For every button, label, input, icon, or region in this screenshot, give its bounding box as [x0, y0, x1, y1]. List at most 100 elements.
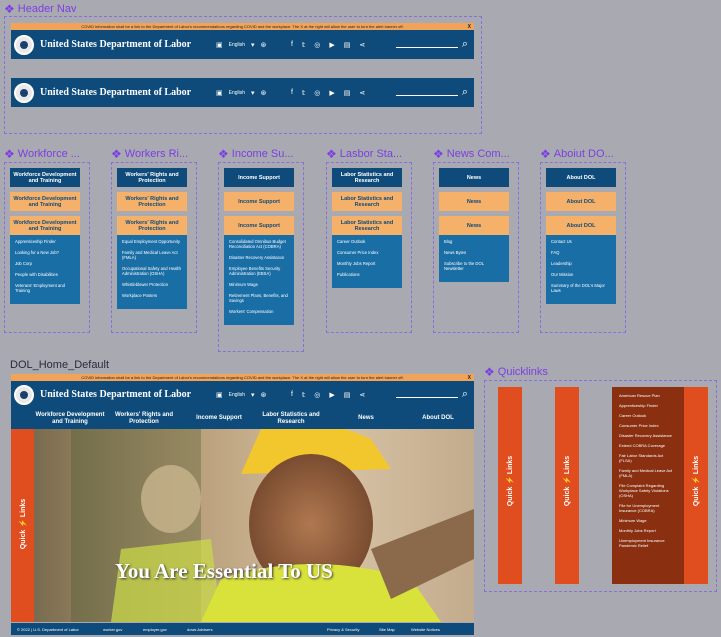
newsletter-icon[interactable]: ▤: [344, 391, 351, 399]
menu-header[interactable]: Labor Statistics and Research: [332, 168, 402, 187]
menu-item[interactable]: Minimum Wage: [229, 282, 289, 287]
dol-seal-logo[interactable]: [14, 82, 34, 103]
chevron-down-icon[interactable]: ▾: [251, 41, 255, 49]
menu-header[interactable]: Workforce Development and Training: [10, 168, 80, 187]
menu-header-hover[interactable]: Workforce Development and Training: [10, 216, 80, 235]
menu-item[interactable]: Subscribe to the DOL Newsletter: [444, 261, 504, 271]
menu-item[interactable]: Blog: [444, 239, 504, 244]
menu-item[interactable]: Disaster Recovery Assistance: [229, 255, 289, 260]
menu-header-hover[interactable]: Labor Statistics and Research: [332, 216, 402, 235]
quicklink-item[interactable]: Family and Medical Leave Act (FMLA): [619, 468, 677, 478]
menu-item[interactable]: Whistleblower Protection: [122, 282, 182, 287]
menu-item[interactable]: Employee Benefits Security Administratio…: [229, 266, 289, 276]
menu-item[interactable]: Job Corp: [15, 261, 75, 266]
quicklinks-tab-collapsed[interactable]: Quick ⚡ Links: [498, 387, 522, 584]
menu-header-hover[interactable]: Labor Statistics and Research: [332, 192, 402, 211]
menu-item[interactable]: Leadership: [551, 261, 611, 266]
footer-link[interactable]: Website Notices: [411, 627, 440, 632]
dol-seal-logo[interactable]: [14, 384, 34, 405]
footer-link[interactable]: Privacy & Security: [327, 627, 359, 632]
quick-links-tab[interactable]: Quick ⚡ Links: [11, 489, 34, 559]
menu-header-hover[interactable]: About DOL: [546, 192, 616, 211]
newsletter-icon[interactable]: ▤: [344, 89, 351, 97]
instagram-icon[interactable]: ◎: [314, 41, 320, 49]
quicklink-item[interactable]: Minimum Wage: [619, 518, 677, 523]
nav-item-workforce[interactable]: Workforce Development and Training: [31, 412, 109, 426]
facebook-icon[interactable]: f: [291, 89, 293, 97]
menu-header[interactable]: About DOL: [546, 168, 616, 187]
menu-item[interactable]: News Bytes: [444, 250, 504, 255]
nav-item-income-support[interactable]: Income Support: [189, 415, 249, 422]
quicklink-item[interactable]: File Complaint Regarding Workplace Safet…: [619, 483, 677, 498]
footer-link[interactable]: employer.gov: [143, 627, 167, 632]
menu-item[interactable]: Contact Us: [551, 239, 611, 244]
footer-link[interactable]: Site Map: [379, 627, 395, 632]
nav-item-workers-rights[interactable]: Workers' Rights and Protection: [111, 412, 177, 426]
quicklink-item[interactable]: Unemployment Insurance Pandemic Relief: [619, 538, 677, 548]
accessibility-icon[interactable]: ⊛: [261, 89, 267, 97]
menu-item[interactable]: Looking for a New Job?: [15, 250, 75, 255]
menu-header-hover[interactable]: Workforce Development and Training: [10, 192, 80, 211]
menu-header[interactable]: News: [439, 168, 509, 187]
search-icon[interactable]: ⌕: [462, 388, 468, 401]
newsletter-icon[interactable]: ▤: [344, 41, 351, 49]
share-icon[interactable]: ⋖: [359, 89, 365, 97]
site-title[interactable]: United States Department of Labor: [40, 87, 191, 98]
menu-item[interactable]: Family and Medical Leave Act (FMLA): [122, 250, 182, 260]
youtube-icon[interactable]: ▶: [329, 391, 334, 399]
menu-header-hover[interactable]: Income Support: [224, 192, 294, 211]
instagram-icon[interactable]: ◎: [314, 391, 320, 399]
menu-header-hover[interactable]: Workers' Rights and Protection: [117, 216, 187, 235]
menu-item[interactable]: Summary of the DOL's Major Laws: [551, 283, 611, 293]
site-title[interactable]: United States Department of Labor: [40, 389, 191, 400]
instagram-icon[interactable]: ◎: [314, 89, 320, 97]
menu-item[interactable]: Consolidated Omnibus Budget Reconciliati…: [229, 239, 289, 249]
menu-item[interactable]: Veterans' Employment and Training: [15, 283, 75, 293]
footer-link[interactable]: worker.gov: [103, 627, 122, 632]
menu-item[interactable]: Our Mission: [551, 272, 611, 277]
menu-item[interactable]: Workplace Posters: [122, 293, 182, 298]
search-icon[interactable]: ⌕: [462, 86, 468, 99]
menu-item[interactable]: Publications: [337, 272, 397, 277]
menu-item[interactable]: FAQ: [551, 250, 611, 255]
site-title[interactable]: United States Department of Labor: [40, 39, 191, 50]
youtube-icon[interactable]: ▶: [329, 89, 334, 97]
alert-close-button[interactable]: X: [468, 375, 471, 381]
menu-item[interactable]: Retirement Plans, Benefits, and Savings: [229, 293, 289, 303]
menu-item[interactable]: Monthly Jobs Report: [337, 261, 397, 266]
quicklink-item[interactable]: Career Outlook: [619, 413, 677, 418]
search-input[interactable]: [395, 42, 458, 48]
menu-header-hover[interactable]: News: [439, 192, 509, 211]
nav-item-about[interactable]: About DOL: [411, 415, 465, 422]
menu-item[interactable]: Apprenticeship Finder: [15, 239, 75, 244]
share-icon[interactable]: ⋖: [359, 391, 365, 399]
twitter-icon[interactable]: 𝕥: [302, 89, 305, 97]
quicklink-item[interactable]: Disaster Recovery Assistance: [619, 433, 677, 438]
alert-close-button[interactable]: X: [468, 24, 471, 30]
language-select[interactable]: English: [229, 392, 245, 398]
menu-header[interactable]: Income Support: [224, 168, 294, 187]
chevron-down-icon[interactable]: ▾: [251, 391, 255, 399]
menu-header-hover[interactable]: Income Support: [224, 216, 294, 235]
facebook-icon[interactable]: f: [291, 391, 293, 399]
translate-icon[interactable]: ▣: [216, 41, 223, 49]
quicklink-item[interactable]: American Rescue Plan: [619, 393, 677, 398]
menu-item[interactable]: Workers' Compensation: [229, 309, 289, 314]
quicklinks-tab-hover[interactable]: Quick ⚡ Links: [555, 387, 579, 584]
quicklinks-tab-expanded[interactable]: Quick ⚡ Links: [684, 387, 708, 584]
accessibility-icon[interactable]: ⊛: [261, 391, 267, 399]
menu-header-hover[interactable]: News: [439, 216, 509, 235]
facebook-icon[interactable]: f: [291, 41, 293, 49]
footer-link[interactable]: dows Advisers: [187, 627, 213, 632]
menu-item[interactable]: Career Outlook: [337, 239, 397, 244]
quicklink-item[interactable]: Apprenticeship Finder: [619, 403, 677, 408]
menu-header-hover[interactable]: Workers' Rights and Protection: [117, 192, 187, 211]
quicklink-item[interactable]: File for Unemployment Insurance (COBRA): [619, 503, 677, 513]
search-input[interactable]: [395, 90, 458, 96]
menu-item[interactable]: Occupational Safety and Health Administr…: [122, 266, 182, 276]
accessibility-icon[interactable]: ⊛: [261, 41, 267, 49]
translate-icon[interactable]: ▣: [216, 89, 223, 97]
menu-header[interactable]: Workers' Rights and Protection: [117, 168, 187, 187]
quicklink-item[interactable]: Extend COBRA Coverage: [619, 443, 677, 448]
quicklink-item[interactable]: Consumer Price Index: [619, 423, 677, 428]
